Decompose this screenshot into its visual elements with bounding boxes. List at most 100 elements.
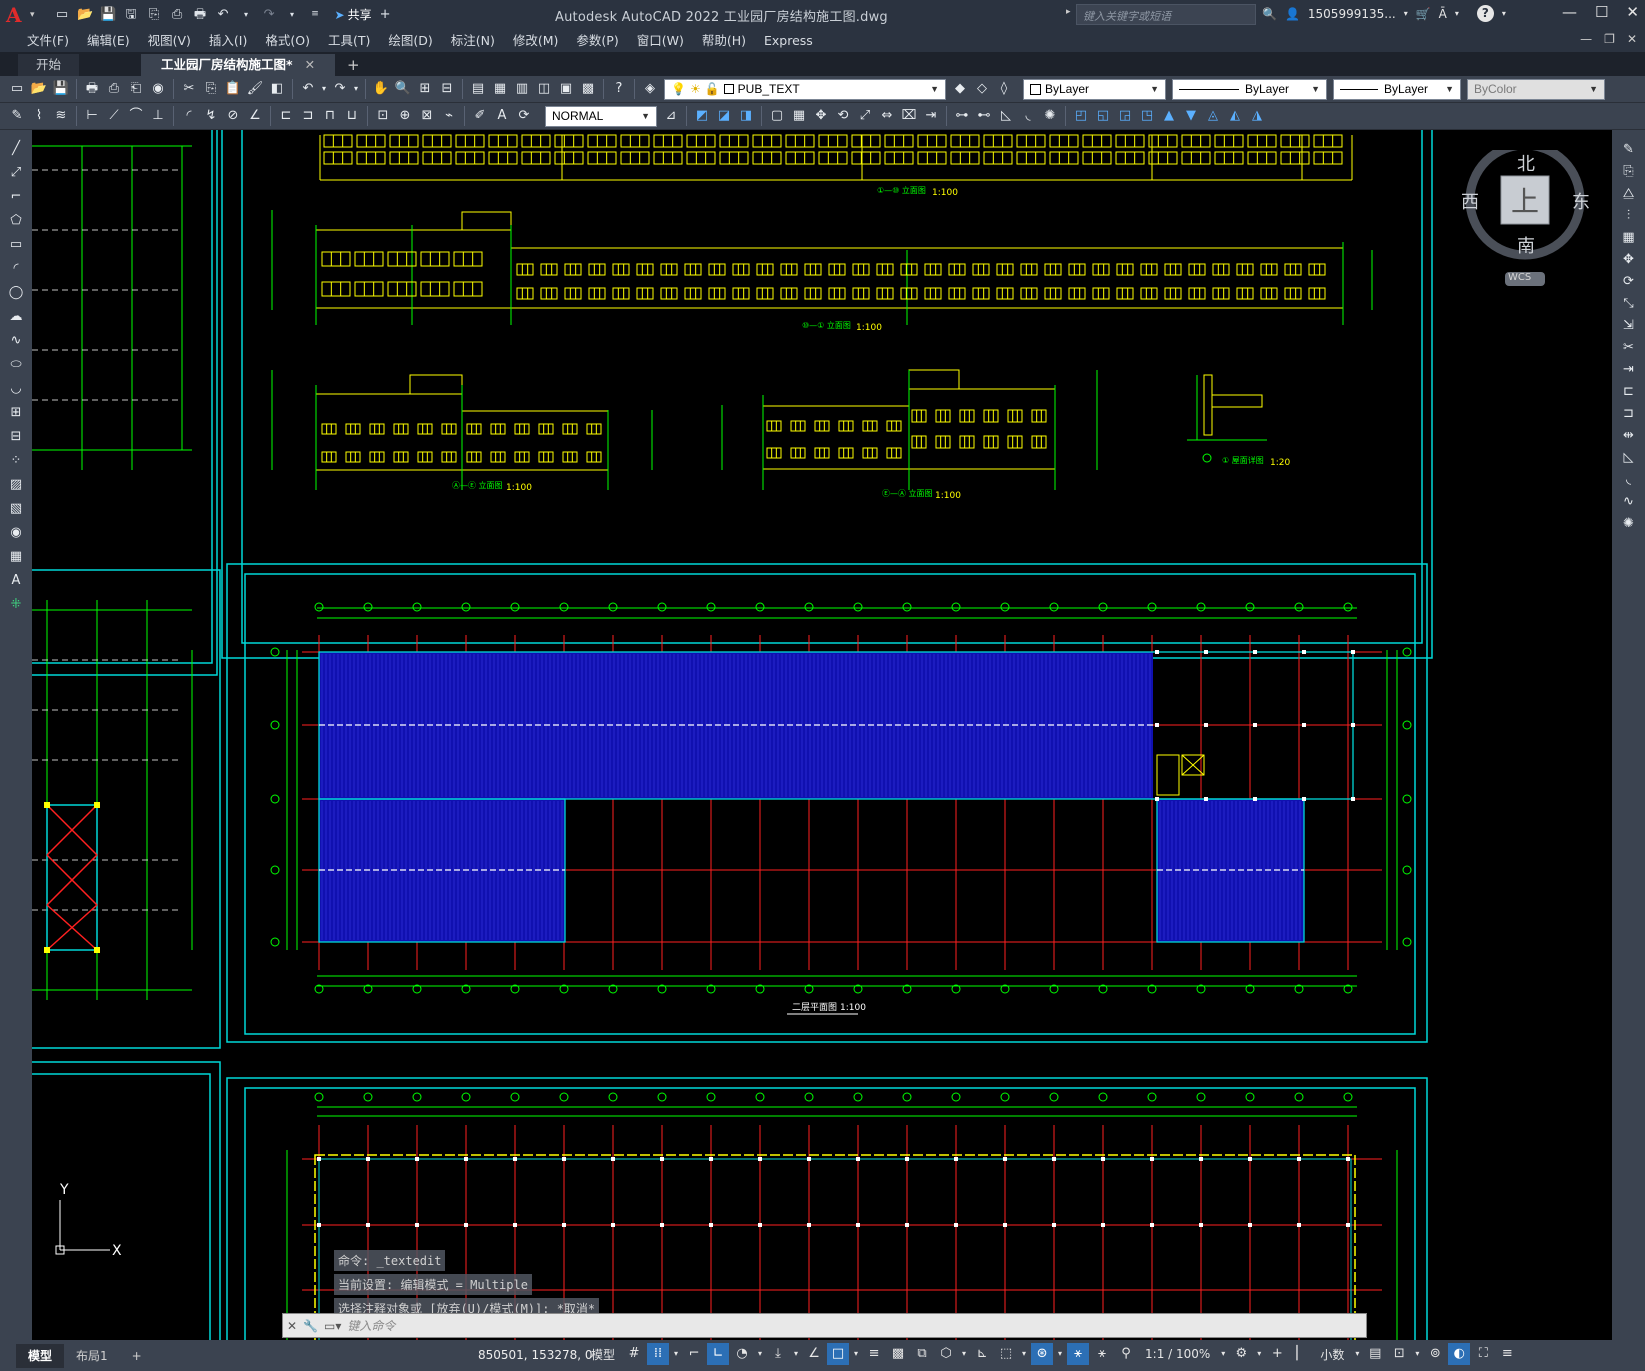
viewcube-east[interactable]: 东 (1572, 188, 1590, 214)
publish-icon[interactable]: ⎗ (126, 79, 146, 99)
lock-dropdown-icon[interactable]: ▾ (1412, 1343, 1422, 1365)
color-dropdown[interactable]: ByLayer ▼ (1023, 78, 1166, 100)
modify-offset-icon[interactable]: ▢ (767, 106, 787, 126)
draworder-above-icon[interactable]: ◬ (1203, 106, 1223, 126)
open-file-icon[interactable]: 📂 (76, 5, 95, 24)
print-preview-icon[interactable]: ⎙ (104, 79, 124, 99)
modify-join-icon[interactable]: ⊷ (974, 106, 994, 126)
menu-format[interactable]: 格式(O) (256, 29, 319, 52)
menu-dimension[interactable]: 标注(N) (442, 29, 504, 52)
edit-spline-icon[interactable]: ≋ (51, 106, 71, 126)
revision-cloud-icon[interactable]: ☁ (6, 307, 26, 327)
dynamic-ucs-icon[interactable]: ⊾ (971, 1343, 993, 1365)
doc-close-icon[interactable]: ✕ (1627, 32, 1637, 46)
close-command-icon[interactable]: ✕ (287, 1319, 297, 1333)
modify-extend-icon[interactable]: ⇥ (921, 106, 941, 126)
viewcube-top-face[interactable]: 上 (1511, 180, 1539, 220)
tool-palettes-icon[interactable]: ▥ (512, 79, 532, 99)
doc-restore-icon[interactable]: ❐ (1604, 32, 1615, 46)
tab-start[interactable]: 开始 (18, 54, 80, 76)
polar-dropdown-icon[interactable]: ▾ (755, 1343, 765, 1365)
qnew-icon[interactable]: ▭ (7, 79, 27, 99)
center-mark-icon[interactable]: ⊕ (395, 106, 415, 126)
make-current-layer-icon[interactable]: ◆ (950, 79, 970, 99)
quick-properties-icon[interactable]: ▤ (1364, 1343, 1386, 1365)
group-edit-icon[interactable]: ◲ (1115, 106, 1135, 126)
save-icon[interactable]: 💾 (51, 79, 71, 99)
explode-icon[interactable]: ✺ (1619, 514, 1639, 534)
new-tab-button[interactable]: + (337, 54, 370, 76)
modify-explode-icon[interactable]: ✺ (1040, 106, 1060, 126)
arc-icon[interactable]: ◜ (6, 259, 26, 279)
user-account[interactable]: 1505999135... (1308, 7, 1396, 21)
erase-icon[interactable]: ✎ (1619, 140, 1639, 160)
menu-edit[interactable]: 编辑(E) (78, 29, 139, 52)
units-value[interactable]: 小数 (1314, 1346, 1350, 1363)
hatch-icon[interactable]: ▨ (6, 475, 26, 495)
polar-icon[interactable]: ◔ (731, 1343, 753, 1365)
menu-express[interactable]: Express (755, 29, 822, 52)
search-icon[interactable]: 🔍 (1262, 7, 1277, 21)
rectangle-icon[interactable]: ▭ (6, 235, 26, 255)
menu-window[interactable]: 窗口(W) (628, 29, 693, 52)
redo-dropdown-icon[interactable]: ▾ (352, 79, 360, 99)
ordinate-dim-icon[interactable]: ⊥ (148, 106, 168, 126)
doc-minimize-icon[interactable]: — (1580, 32, 1592, 46)
layer-properties-icon[interactable]: ◈ (640, 79, 660, 99)
layer-previous-icon[interactable]: ◇ (972, 79, 992, 99)
draworder-back-icon[interactable]: ▼ (1181, 106, 1201, 126)
polygon-icon[interactable]: ⬠ (6, 211, 26, 231)
gizmo-icon[interactable]: ⊛ (1031, 1343, 1054, 1365)
new-file-icon[interactable]: ▭ (53, 5, 72, 24)
undo-dropdown-icon[interactable]: ▾ (237, 5, 256, 24)
zoom-previous-icon[interactable]: ⊟ (437, 79, 457, 99)
ungroup-icon[interactable]: ◱ (1093, 106, 1113, 126)
edit-hatch-icon[interactable]: ✎ (7, 106, 27, 126)
dim-update-icon[interactable]: ⟳ (514, 106, 534, 126)
modify-mirror-icon[interactable]: ◨ (736, 106, 756, 126)
modify-erase-icon[interactable]: ◩ (692, 106, 712, 126)
maximize-icon[interactable]: ☐ (1595, 3, 1608, 21)
multiline-text-icon[interactable]: A (6, 571, 26, 591)
clean-screen-icon[interactable]: ⛶ (1472, 1343, 1494, 1365)
viewcube-south[interactable]: 南 (1517, 232, 1535, 258)
break-icon[interactable]: ⊐ (1619, 404, 1639, 424)
tab-model[interactable]: 模型 (16, 1343, 65, 1368)
units-dropdown-icon[interactable]: ▾ (1352, 1343, 1362, 1365)
osnap-dropdown-icon[interactable]: ▾ (851, 1343, 861, 1365)
selection-filter-icon[interactable]: ⬚ (995, 1343, 1017, 1365)
lock-ui-icon[interactable]: ⊡ (1388, 1343, 1410, 1365)
continue-dim-icon[interactable]: ⊓ (320, 106, 340, 126)
inspection-icon[interactable]: ⊠ (417, 106, 437, 126)
edit-polyline-icon[interactable]: ⌇ (29, 106, 49, 126)
menu-draw[interactable]: 绘图(D) (379, 29, 441, 52)
quick-dim-icon[interactable]: ⊏ (276, 106, 296, 126)
modify-trim-icon[interactable]: ⌧ (899, 106, 919, 126)
viewcube-west[interactable]: 西 (1461, 188, 1479, 214)
pan-icon[interactable]: ✋ (371, 79, 391, 99)
tolerance-icon[interactable]: ⊡ (373, 106, 393, 126)
linear-dim-icon[interactable]: ⊢ (82, 106, 102, 126)
annotation-scale-icon[interactable]: ⚲ (1115, 1343, 1137, 1365)
redo-icon[interactable]: ↷ (330, 79, 350, 99)
filter-dropdown-icon[interactable]: ▾ (1019, 1343, 1029, 1365)
help-search-input[interactable]: 键入关键字或短语 (1076, 4, 1256, 25)
properties-icon[interactable]: ▤ (468, 79, 488, 99)
auto-scale-icon[interactable]: ⚹ (1091, 1343, 1113, 1365)
menu-insert[interactable]: 插入(I) (200, 29, 256, 52)
rotate-icon[interactable]: ⟳ (1619, 272, 1639, 292)
dim-space-icon[interactable]: ⊔ (342, 106, 362, 126)
menu-modify[interactable]: 修改(M) (504, 29, 568, 52)
add-selected-icon[interactable]: ⁜ (6, 595, 26, 615)
undo-icon[interactable]: ↶ (298, 79, 318, 99)
redo-icon[interactable]: ↷ (260, 5, 279, 24)
tab-close-icon[interactable]: ✕ (305, 57, 315, 72)
layer-state-icon[interactable]: ◊ (994, 79, 1014, 99)
dim-style-icon[interactable]: ⊿ (661, 106, 681, 126)
modify-rotate-icon[interactable]: ⟲ (833, 106, 853, 126)
new-tab-plus-icon[interactable]: + (376, 5, 395, 24)
insert-block-icon[interactable]: ⊞ (6, 403, 26, 423)
region-icon[interactable]: ◉ (6, 523, 26, 543)
isodraft-dropdown-icon[interactable]: ▾ (791, 1343, 801, 1365)
scale-icon[interactable]: ⤡ (1619, 294, 1639, 314)
